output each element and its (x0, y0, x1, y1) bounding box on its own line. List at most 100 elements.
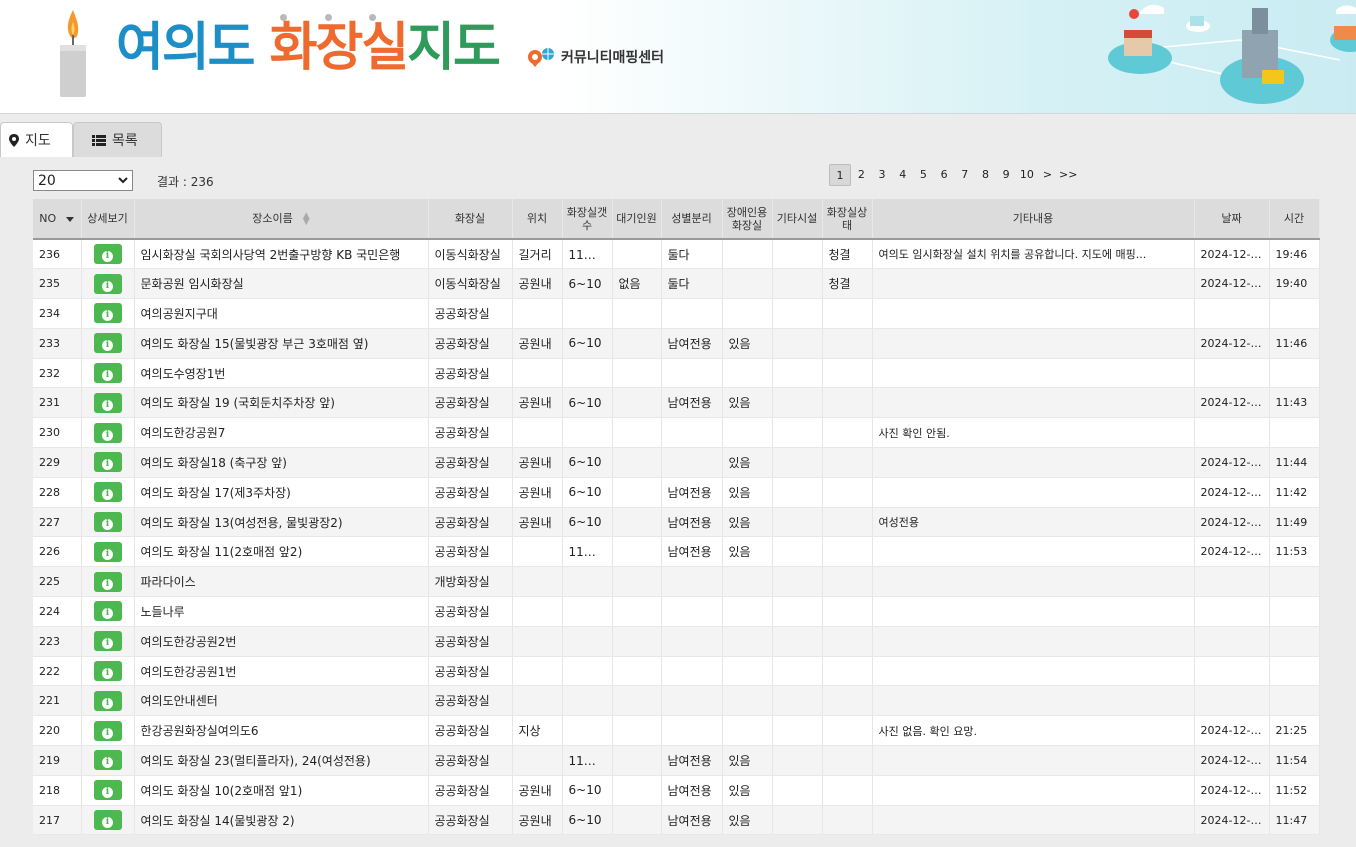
detail-button[interactable]: i (93, 244, 122, 265)
cell-location: 공원내 (512, 805, 563, 836)
table-row[interactable]: 232 i 여의도수영장1번 공공화장실 (33, 358, 1320, 389)
detail-button[interactable]: i (93, 273, 122, 294)
cell-type: 공공화장실 (428, 775, 513, 806)
page-link[interactable]: 10 (1017, 164, 1038, 186)
page-link[interactable]: >> (1058, 164, 1079, 186)
cell-status (822, 685, 873, 717)
title-part-map: 지도 (407, 18, 501, 78)
page-link[interactable]: 5 (913, 164, 934, 186)
cell-time (1269, 596, 1320, 627)
table-row[interactable]: 227 i 여의도 화장실 13(여성전용, 물빛광장2) 공공화장실 공원내 6~10 남… (33, 507, 1320, 538)
page-size-select[interactable]: 20 (33, 170, 133, 191)
detail-button[interactable]: i (93, 631, 122, 652)
page-link[interactable]: 9 (996, 164, 1017, 186)
cell-location (512, 656, 563, 687)
cell-location: 지상 (512, 715, 563, 747)
cell-waiting (612, 626, 662, 657)
cell-waiting (612, 358, 662, 389)
table-row[interactable]: 229 i 여의도 화장실18 (축구장 앞) 공공화장실 공원내 6~10 있음 2024-… (33, 447, 1320, 478)
detail-button[interactable]: i (93, 303, 122, 324)
detail-button[interactable]: i (93, 333, 122, 354)
cell-date: 2024-12-12 (1194, 268, 1270, 300)
detail-button[interactable]: i (93, 363, 122, 384)
page-link[interactable]: 4 (892, 164, 913, 186)
cell-place: 여의도 화장실18 (축구장 앞) (134, 447, 429, 478)
tab-map[interactable]: 지도 (0, 122, 73, 157)
cell-disabled (722, 566, 773, 598)
cell-no: 220 (33, 715, 82, 747)
table-row[interactable]: 230 i 여의도한강공원7 공공화장실 사진 확인 안됨. (33, 417, 1320, 449)
table-row[interactable]: 217 i 여의도 화장실 14(물빛광장 2) 공공화장실 공원내 6~10 남여전용 있음… (33, 805, 1320, 836)
cell-gender: 남여전용 (661, 387, 723, 419)
col-place-header[interactable]: 장소이름 ▲ ▼ (134, 199, 429, 239)
table-row[interactable]: 234 i 여의공원지구대 공공화장실 (33, 298, 1320, 329)
cell-time: 11:49 (1269, 507, 1320, 538)
map-marker-icon (9, 133, 19, 147)
table-row[interactable]: 231 i 여의도 화장실 19 (국회둔치주차장 앞) 공공화장실 공원내 6~10 남여… (33, 387, 1320, 419)
cell-no: 229 (33, 447, 82, 478)
table-row[interactable]: 233 i 여의도 화장실 15(물빛광장 부근 3호매점 옆) 공공화장실 공원내 6~… (33, 328, 1320, 359)
page-link[interactable]: 2 (851, 164, 872, 186)
cell-count: 6~10 (562, 775, 613, 806)
table-row[interactable]: 222 i 여의도한강공원1번 공공화장실 (33, 656, 1320, 687)
cell-facility (772, 536, 823, 568)
cell-no: 223 (33, 626, 82, 657)
cell-notes (872, 656, 1195, 687)
info-icon: i (102, 489, 113, 501)
table-row[interactable]: 221 i 여의도안내센터 공공화장실 (33, 685, 1320, 717)
cell-date (1194, 566, 1270, 598)
page-title: 여의도 화장실지도 (116, 22, 501, 74)
detail-button[interactable]: i (93, 690, 122, 711)
page-link[interactable]: 1 (829, 164, 851, 186)
cell-time (1269, 417, 1320, 449)
table-row[interactable]: 236 i 임시화장실 국회의사당역 2번출구방향 KB 국민은행 이동식화장실 길거리… (33, 239, 1320, 270)
tab-list-label: 목록 (112, 133, 138, 149)
info-icon: i (102, 608, 113, 620)
table-header-row: NO 상세보기 장소이름 ▲ ▼ 화장실 위치 화장실갯수 대기인원 성별분리 장애… (33, 199, 1320, 239)
page-link[interactable]: 8 (975, 164, 996, 186)
table-row[interactable]: 225 i 파라다이스 개방화장실 (33, 566, 1320, 598)
detail-button[interactable]: i (93, 482, 122, 503)
cell-disabled (722, 626, 773, 657)
brand[interactable]: 커뮤니티매핑센터 (527, 46, 664, 68)
detail-button[interactable]: i (93, 541, 122, 562)
detail-button[interactable]: i (93, 661, 122, 682)
cell-status (822, 477, 873, 508)
detail-button[interactable]: i (93, 750, 122, 771)
detail-button[interactable]: i (93, 810, 122, 831)
page-link[interactable]: 6 (934, 164, 955, 186)
detail-button[interactable]: i (93, 452, 122, 473)
cell-no: 228 (33, 477, 82, 508)
table-row[interactable]: 220 i 한강공원화장실여의도6 공공화장실 지상 사진 없음. 확인 요망. 2024-… (33, 715, 1320, 747)
detail-button[interactable]: i (93, 392, 122, 413)
page-link[interactable]: 3 (872, 164, 893, 186)
table-row[interactable]: 223 i 여의도한강공원2번 공공화장실 (33, 626, 1320, 657)
table-row[interactable]: 226 i 여의도 화장실 11(2호매점 앞2) 공공화장실 11이상 남여전용 있음 20… (33, 536, 1320, 568)
tab-list[interactable]: 목록 (73, 122, 162, 157)
detail-button[interactable]: i (93, 720, 122, 741)
detail-button[interactable]: i (93, 571, 122, 592)
table-row[interactable]: 228 i 여의도 화장실 17(제3주차장) 공공화장실 공원내 6~10 남여전용 있음 2… (33, 477, 1320, 508)
cell-place: 여의도수영장1번 (134, 358, 429, 389)
cell-facility (772, 477, 823, 508)
cell-facility (772, 298, 823, 329)
detail-button[interactable]: i (93, 512, 122, 533)
page-link[interactable]: 7 (954, 164, 975, 186)
col-notes-header: 기타내용 (872, 199, 1195, 239)
table-row[interactable]: 218 i 여의도 화장실 10(2호매점 앞1) 공공화장실 공원내 6~10 남여전용 있… (33, 775, 1320, 806)
cell-disabled: 있음 (722, 328, 773, 359)
detail-button[interactable]: i (93, 601, 122, 622)
col-no-header[interactable]: NO (33, 199, 82, 239)
page-link[interactable]: > (1037, 164, 1058, 186)
cell-detail: i (81, 775, 135, 806)
detail-button[interactable]: i (93, 422, 122, 443)
table-row[interactable]: 235 i 문화공원 임시화장실 이동식화장실 공원내 6~10 없음 둘다 청결 2024-12… (33, 268, 1320, 300)
cell-no: 219 (33, 745, 82, 776)
cell-place: 여의도 화장실 14(물빛광장 2) (134, 805, 429, 836)
cell-time: 11:47 (1269, 805, 1320, 836)
detail-button[interactable]: i (93, 780, 122, 801)
table-row[interactable]: 219 i 여의도 화장실 23(멀티플라자), 24(여성전용) 공공화장실 11이상… (33, 745, 1320, 776)
cell-facility (772, 596, 823, 627)
cell-type: 개방화장실 (428, 566, 513, 598)
table-row[interactable]: 224 i 노들나루 공공화장실 (33, 596, 1320, 627)
